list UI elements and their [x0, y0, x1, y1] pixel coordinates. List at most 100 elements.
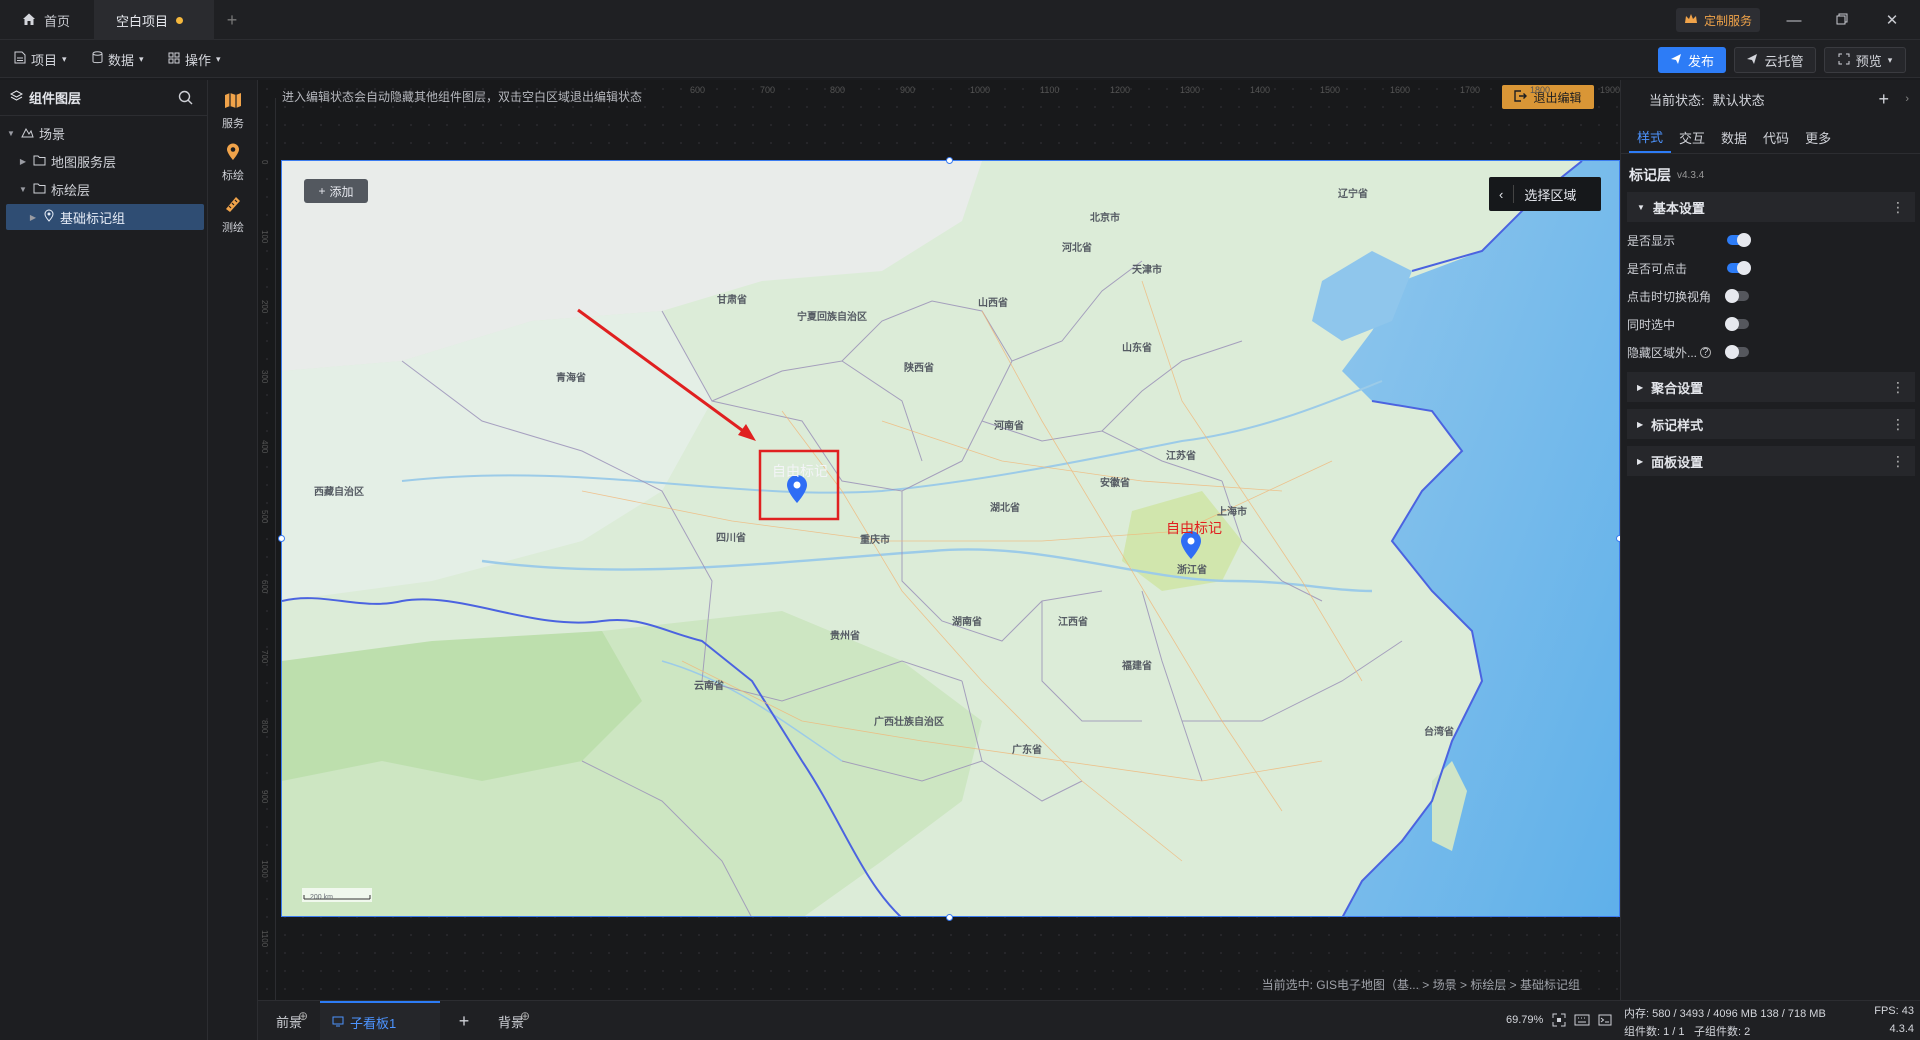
- terminal-icon[interactable]: [1598, 1014, 1612, 1029]
- section-marker-style[interactable]: ▶ 标记样式 ⋮: [1627, 409, 1915, 439]
- ruler-tick-label: 200: [260, 300, 269, 314]
- menu-data[interactable]: 数据 ▾: [92, 40, 144, 78]
- tab-home[interactable]: 首页: [0, 0, 94, 40]
- tab-code[interactable]: 代码: [1755, 123, 1797, 153]
- fit-screen-icon[interactable]: [1552, 1013, 1566, 1030]
- toggle-select-together[interactable]: [1725, 317, 1749, 331]
- province-label: 宁夏回族自治区: [797, 312, 867, 323]
- bottom-bar: 前景 ⊕ 子看板1 + 背景 ⊕ 69.79%: [258, 1000, 1620, 1040]
- menu-operate-label: 操作: [185, 52, 212, 68]
- ruler-tick-label: 1600: [1390, 85, 1411, 95]
- toggle-switch-view[interactable]: [1725, 289, 1749, 303]
- tool-service[interactable]: 服务: [208, 86, 258, 136]
- publish-button[interactable]: 发布: [1658, 47, 1726, 73]
- file-icon: [14, 51, 26, 67]
- tab-data[interactable]: 数据: [1713, 123, 1755, 153]
- custom-service-button[interactable]: 定制服务: [1676, 8, 1761, 32]
- ruler-tick-label: 900: [260, 790, 269, 804]
- prop-switch-view-on-click: 点击时切换视角: [1627, 282, 1915, 310]
- add-state-icon[interactable]: +: [1878, 89, 1889, 110]
- caret-down-icon[interactable]: ▼: [6, 129, 16, 138]
- province-label: 山西省: [978, 298, 1008, 309]
- caret-right-icon: ▶: [1637, 382, 1644, 392]
- add-subboard-button[interactable]: +: [454, 1001, 474, 1040]
- menu-data-label: 数据: [108, 52, 135, 68]
- select-region-label: 选择区域: [1524, 187, 1577, 203]
- search-icon[interactable]: [178, 90, 193, 108]
- tab-interaction[interactable]: 交互: [1671, 123, 1713, 153]
- chevron-down-icon: ▾: [1887, 54, 1893, 65]
- tool-measure[interactable]: 测绘: [208, 190, 258, 240]
- toggle-visible[interactable]: [1727, 233, 1751, 247]
- help-icon[interactable]: ?: [1700, 346, 1712, 358]
- chevron-right-icon[interactable]: ›: [1905, 93, 1909, 105]
- ruler-tick-label: 800: [830, 85, 846, 95]
- grid-icon: [168, 52, 180, 67]
- section-cluster-settings[interactable]: ▶ 聚合设置 ⋮: [1627, 372, 1915, 402]
- tool-plot[interactable]: 标绘: [208, 138, 258, 188]
- caret-down-icon[interactable]: ▼: [18, 185, 28, 194]
- caret-right-icon[interactable]: ▶: [28, 213, 38, 222]
- prop-label: 隐藏区域外...: [1627, 345, 1698, 360]
- prop-label: 是否可点击: [1627, 261, 1688, 276]
- tree-item-label: 基础标记组: [60, 210, 126, 226]
- caret-right-icon[interactable]: ▶: [18, 157, 28, 166]
- chevron-down-icon: ▾: [139, 53, 144, 64]
- province-label: 甘肃省: [717, 295, 747, 306]
- more-vertical-icon[interactable]: ⋮: [1891, 453, 1905, 470]
- minimize-button[interactable]: —: [1772, 0, 1816, 40]
- menu-bar: 项目 ▾ 数据 ▾ 操作 ▾ 发布 云托管 预览 ▾: [0, 40, 1920, 78]
- ruler-tick-label: 100: [260, 230, 269, 244]
- toggle-hide-outside[interactable]: [1725, 345, 1749, 359]
- more-vertical-icon[interactable]: ⋮: [1891, 199, 1905, 216]
- keyboard-icon[interactable]: [1574, 1014, 1590, 1029]
- tab-project[interactable]: 空白项目: [94, 0, 214, 40]
- resize-handle-top[interactable]: [946, 157, 953, 164]
- folder-icon: [33, 182, 46, 197]
- tree-item-label: 场景: [39, 126, 66, 142]
- province-label: 河北省: [1062, 243, 1092, 254]
- more-vertical-icon[interactable]: ⋮: [1891, 379, 1905, 396]
- tree-item-map-service-layer[interactable]: ▶ 地图服务层: [6, 148, 204, 174]
- gis-map[interactable]: 200 km 自由标记 自由标记 甘肃省 宁夏回族自治区 山西省 河北省 北京市…: [281, 160, 1620, 917]
- menu-project[interactable]: 项目 ▾: [14, 40, 67, 78]
- province-label: 广东省: [1012, 745, 1042, 756]
- section-panel-settings[interactable]: ▶ 面板设置 ⋮: [1627, 446, 1915, 476]
- resize-handle-left[interactable]: [278, 535, 285, 542]
- tab-subboard[interactable]: 子看板1: [320, 1001, 440, 1040]
- scale-label: 200 km: [310, 894, 333, 901]
- province-label: 山东省: [1122, 343, 1152, 354]
- unsaved-dot-icon: [176, 16, 184, 24]
- chevron-left-icon: ‹: [1499, 186, 1504, 202]
- maximize-button[interactable]: [1820, 0, 1864, 40]
- add-marker-button[interactable]: + 添加: [304, 179, 368, 203]
- add-circle-icon[interactable]: ⊕: [298, 1009, 308, 1023]
- new-tab-button[interactable]: +: [214, 0, 250, 40]
- tab-style[interactable]: 样式: [1629, 123, 1672, 153]
- tab-more[interactable]: 更多: [1797, 123, 1839, 153]
- select-region-button[interactable]: ‹ 选择区域: [1489, 177, 1601, 211]
- chevron-down-icon: ▾: [216, 53, 221, 64]
- tree-item-scene[interactable]: ▼ 场景: [6, 120, 204, 146]
- section-basic-settings[interactable]: ▼ 基本设置 ⋮: [1627, 192, 1915, 222]
- tree-item-basic-marker-group[interactable]: ▶ 基础标记组: [6, 204, 204, 230]
- horizontal-ruler: 600 700 800 900 1000 1100 1200 1300 1400 1500 1600…: [278, 80, 1620, 98]
- marker-label-2: 自由标记: [1166, 520, 1222, 536]
- province-label: 江西省: [1058, 617, 1088, 628]
- close-button[interactable]: ✕: [1870, 0, 1914, 40]
- home-icon: [22, 12, 36, 29]
- preview-label: 预览: [1855, 53, 1882, 69]
- cloud-host-button[interactable]: 云托管: [1734, 47, 1816, 73]
- toggle-clickable[interactable]: [1727, 261, 1751, 275]
- menu-operate[interactable]: 操作 ▾: [168, 40, 221, 78]
- state-value[interactable]: 默认状态: [1713, 90, 1765, 109]
- add-circle-icon[interactable]: ⊕: [520, 1009, 530, 1023]
- restore-icon: [1836, 12, 1848, 29]
- resize-handle-bottom[interactable]: [946, 914, 953, 921]
- province-label: 四川省: [716, 533, 746, 544]
- province-label: 台湾省: [1424, 727, 1454, 738]
- marker-label-1: 自由标记: [772, 463, 828, 479]
- preview-button[interactable]: 预览 ▾: [1824, 47, 1906, 73]
- tree-item-plot-layer[interactable]: ▼ 标绘层: [6, 176, 204, 202]
- more-vertical-icon[interactable]: ⋮: [1891, 416, 1905, 433]
